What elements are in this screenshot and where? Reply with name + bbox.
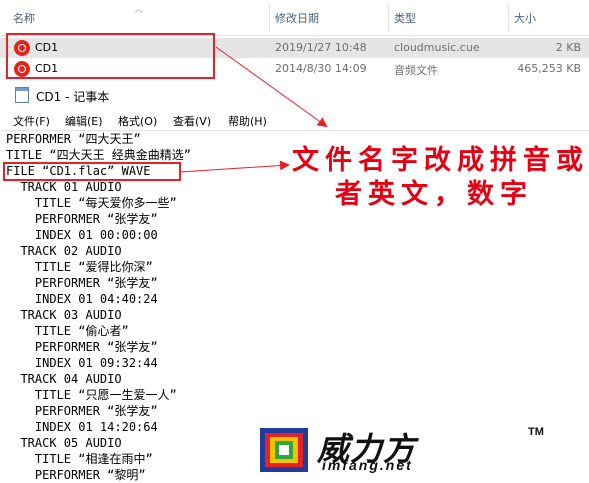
watermark-tm: TM [528,426,544,438]
file-line-highlight-box [3,162,181,181]
file-date: 2014/8/30 14:09 [275,62,367,75]
cue-line: TRACK 04 AUDIO [6,372,122,386]
column-divider[interactable] [388,4,389,32]
menu-file[interactable]: 文件(F) [13,113,50,129]
cue-line: PERFORMER “张学友” [6,340,158,354]
file-size: 465,253 KB [517,62,581,75]
file-type: 音频文件 [394,64,438,77]
file-type: cloudmusic.cue [394,41,480,54]
menu-help[interactable]: 帮助(H) [228,113,267,129]
cue-line: TITLE “每天爱你多一些” [6,196,177,210]
notepad-menubar: 文件(F) 编辑(E) 格式(O) 查看(V) 帮助(H) [0,110,589,130]
column-divider[interactable] [269,4,270,32]
imfang-logo-icon [260,428,308,472]
sort-chevron-up-icon[interactable]: ︿ [134,2,143,15]
annotation-line-2: 者英文，数字 [335,179,533,210]
cue-line: TITLE “四大天王 经典金曲精选” [6,148,192,162]
cue-line: TITLE “相逢在雨中” [6,452,153,466]
cue-line: PERFORMER “四大天王” [6,132,141,146]
cue-line: INDEX 01 14:20:64 [6,420,158,434]
cue-line: TRACK 03 AUDIO [6,308,122,322]
menu-edit[interactable]: 编辑(E) [65,113,103,129]
explorer-column-header: ︿ 名称 修改日期 类型 大小 [0,0,589,36]
cue-line: PERFORMER “张学友” [6,404,158,418]
menu-view[interactable]: 查看(V) [173,113,211,129]
filename-highlight-box [6,33,215,79]
cue-line: TRACK 02 AUDIO [6,244,122,258]
cue-line: TITLE “偷心者” [6,324,129,338]
cue-line: TRACK 05 AUDIO [6,436,122,450]
cue-line: PERFORMER “张学友” [6,212,158,226]
notepad-icon [15,87,29,103]
notepad-titlebar[interactable]: CD1 - 记事本 [0,80,589,110]
cue-line: TRACK 01 AUDIO [6,180,122,194]
file-size: 2 KB [555,41,581,54]
watermark-url: imfang.net [322,457,413,473]
column-date-header[interactable]: 修改日期 [275,10,319,26]
column-divider[interactable] [508,4,509,32]
column-size-header[interactable]: 大小 [514,10,536,26]
cue-line: INDEX 01 04:40:24 [6,292,158,306]
file-date: 2019/1/27 10:48 [275,41,367,54]
cue-line: INDEX 01 00:00:00 [6,228,158,242]
cue-line: INDEX 01 09:32:44 [6,356,158,370]
column-name-header[interactable]: 名称 [13,10,35,26]
cue-line: TITLE “爱得比你深” [6,260,153,274]
column-type-header[interactable]: 类型 [394,10,416,26]
cue-line: TITLE “只愿一生爱一人” [6,388,177,402]
cue-line: PERFORMER “黎明” [6,468,146,482]
menu-format[interactable]: 格式(O) [118,113,157,129]
window-title: CD1 - 记事本 [36,90,110,104]
cue-line: PERFORMER “张学友” [6,276,158,290]
